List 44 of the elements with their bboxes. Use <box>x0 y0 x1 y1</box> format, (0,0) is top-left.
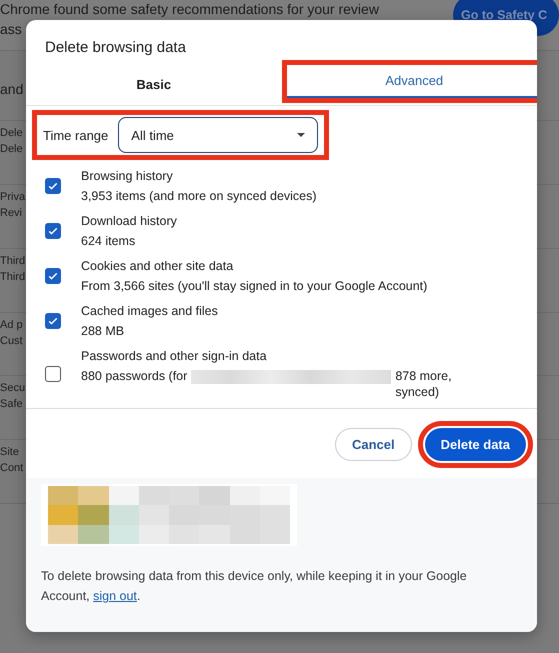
banner-text: ass <box>0 21 22 37</box>
option-description: 878 more, synced) <box>395 368 453 400</box>
field-label: Time range <box>43 128 108 142</box>
option-description: 288 MB <box>81 323 126 339</box>
checkmark-icon <box>47 270 59 282</box>
option-title: Passwords and other sign-in data <box>81 348 268 364</box>
dialog-title: Delete browsing data <box>44 38 187 58</box>
checkmark-icon <box>47 225 59 237</box>
checkbox[interactable] <box>45 313 61 329</box>
setting-subtitle: Revi <box>0 206 22 219</box>
banner-text: Chrome found some safety recommendations for your review <box>0 1 379 17</box>
setting-title: Third <box>0 254 26 267</box>
setting-subtitle: Safe <box>0 398 23 410</box>
setting-subtitle: Dele <box>0 143 23 156</box>
option-title: Cookies and other site data <box>81 258 234 274</box>
checkmark-icon <box>47 315 59 327</box>
delete-data-button[interactable]: Delete data <box>424 428 526 461</box>
option-description: 880 passwords (for <box>81 369 188 383</box>
checkbox[interactable] <box>45 178 61 194</box>
option-title: Browsing history <box>81 168 174 184</box>
setting-subtitle: Third <box>0 270 26 283</box>
tab[interactable]: Advanced <box>286 65 537 98</box>
caret-icon <box>297 133 306 137</box>
setting-title: Ad p <box>0 318 23 331</box>
option-description: 3,953 items (and more on synced devices) <box>81 188 318 204</box>
setting-subtitle: Cust <box>0 334 23 347</box>
option-description: From 3,566 sites (you'll stay signed in to your Google Account) <box>81 278 428 294</box>
checkbox[interactable] <box>45 223 61 239</box>
option-title: Cached images and files <box>81 303 219 319</box>
setting-title: Site <box>0 446 19 458</box>
checkbox[interactable] <box>45 366 61 382</box>
checkmark-icon <box>47 180 59 192</box>
section-heading: and <box>0 81 24 99</box>
option-description: 624 items <box>81 233 136 249</box>
time-range-dropdown[interactable]: All time <box>118 117 318 153</box>
setting-title: Dele <box>0 127 23 140</box>
setting-subtitle: Cont <box>0 462 24 474</box>
checkbox[interactable] <box>45 268 61 284</box>
sign-out-link[interactable]: sign out <box>93 589 137 603</box>
option-title: Download history <box>81 213 178 229</box>
cancel-button[interactable]: Cancel <box>334 428 412 461</box>
info-text: To delete browsing data from this device only, while keeping it in your Google Account, sign out. <box>41 568 468 605</box>
setting-title: Priva <box>0 190 26 203</box>
setting-title: Secu <box>0 382 26 394</box>
